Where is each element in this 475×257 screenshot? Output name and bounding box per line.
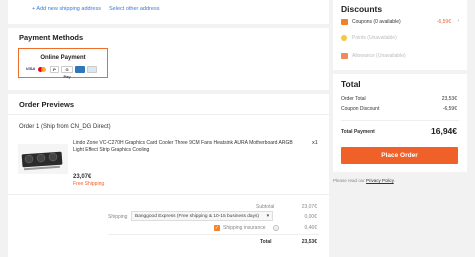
select-address-link[interactable]: Select other address <box>109 6 159 12</box>
product-name[interactable]: Lindo Zone VC-C270H Graphics Card Cooler… <box>73 140 303 154</box>
mastercard-icon <box>38 66 48 73</box>
insurance-checkbox[interactable]: ✓ <box>214 225 220 231</box>
visa-icon: VISA <box>25 66 36 73</box>
total-payment-label: Total Payment <box>341 129 375 135</box>
points-label: Points (Unavailable) <box>352 35 397 41</box>
paypal-icon: P <box>50 66 59 73</box>
product-image[interactable] <box>18 144 68 174</box>
place-order-button[interactable]: Place Order <box>341 147 458 164</box>
total-payment-value: 16,94€ <box>431 126 457 136</box>
bank-card-icon <box>87 66 97 73</box>
privacy-note-suffix: . <box>393 178 395 183</box>
online-payment-option[interactable]: Online Payment VISA P G Pay <box>18 48 108 79</box>
shipping-method-value: Banggood Express (Free shipping & 10-15 … <box>135 214 259 219</box>
order-total-value: 23,53€ <box>301 239 317 245</box>
order-total-summary-label: Order Total <box>341 96 366 102</box>
divider <box>341 120 459 121</box>
coupon-icon <box>341 19 348 25</box>
payment-methods-section: Payment Methods Online Payment VISA P G … <box>8 28 329 90</box>
insurance-label: Shipping insurance <box>223 225 266 231</box>
divider <box>8 114 329 115</box>
coupons-label[interactable]: Coupons (0 available) <box>352 19 401 25</box>
coupon-discount-label: Coupon Discount <box>341 106 380 112</box>
order-total-label: Total <box>260 239 272 245</box>
free-shipping-tag: Free Shipping <box>73 181 105 187</box>
divider <box>108 234 319 235</box>
order-total-summary-value: 23,53€ <box>441 96 457 102</box>
points-icon <box>341 35 347 41</box>
coupons-value: -6,59€ <box>436 19 451 25</box>
chevron-down-icon: ▾ <box>266 214 269 219</box>
shipping-value: 0,00€ <box>304 214 317 220</box>
summary-panel: Discounts Coupons (0 available) -6,59€ ›… <box>333 0 467 172</box>
payment-methods-title: Payment Methods <box>19 33 84 42</box>
discounts-title: Discounts <box>341 4 383 14</box>
help-icon[interactable]: ? <box>273 225 279 231</box>
coupon-discount-value: -6,59€ <box>442 106 457 112</box>
order-group-label: Order 1 (Ship from CN_DG Direct) <box>19 124 111 130</box>
allowance-icon <box>341 53 348 59</box>
divider <box>333 70 467 74</box>
chevron-right-icon[interactable]: › <box>457 18 459 24</box>
online-payment-label: Online Payment <box>40 55 86 61</box>
total-title: Total <box>341 79 361 89</box>
allowance-label: Allowance (Unavailable) <box>352 53 406 59</box>
add-address-link[interactable]: + Add new shipping address <box>32 6 101 12</box>
divider <box>8 194 329 195</box>
privacy-policy-link[interactable]: Privacy Policy <box>366 178 394 183</box>
payment-icons: VISA P G Pay <box>25 66 97 79</box>
privacy-note: Please read our Privacy Policy. <box>333 178 395 183</box>
gpay-icon: G Pay <box>61 66 73 79</box>
order-previews-section: Order Previews Order 1 (Ship from CN_DG … <box>8 94 329 257</box>
product-quantity: x1 <box>312 140 318 146</box>
insurance-value: 0,46€ <box>304 225 317 231</box>
address-section: + Add new shipping address Select other … <box>8 0 329 24</box>
shipping-label: Shipping <box>108 214 128 220</box>
product-price: 23,07€ <box>73 174 92 180</box>
order-previews-title: Order Previews <box>19 100 75 109</box>
privacy-note-prefix: Please read our <box>333 178 365 183</box>
subtotal-value: 23,07€ <box>301 204 317 210</box>
amex-icon <box>75 66 85 73</box>
subtotal-label: Subtotal <box>256 204 275 210</box>
shipping-method-select[interactable]: Banggood Express (Free shipping & 10-15 … <box>131 211 273 221</box>
